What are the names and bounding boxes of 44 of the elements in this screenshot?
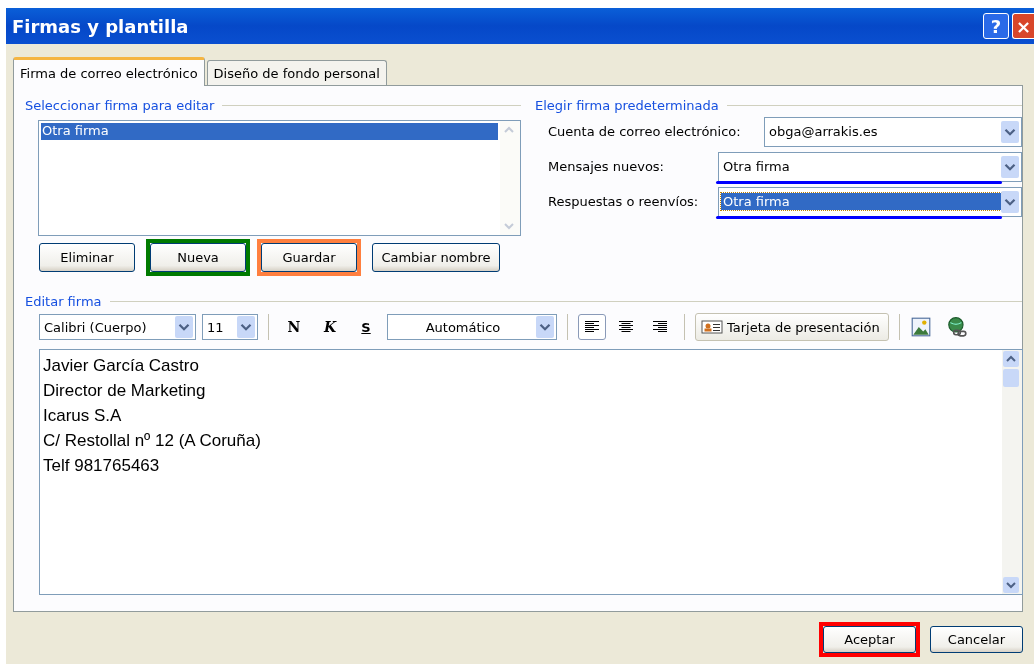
field-label: Cuenta de correo electrónico: xyxy=(548,124,742,139)
list-item[interactable]: Otra firma xyxy=(41,123,498,140)
close-button[interactable]: × xyxy=(1012,13,1034,39)
group-title: Seleccionar firma para editar xyxy=(25,97,215,113)
bold-button[interactable]: N xyxy=(279,314,309,340)
business-card-button[interactable]: Tarjeta de presentación xyxy=(695,313,889,341)
action-button[interactable]: Eliminar xyxy=(39,243,135,272)
dialog-button[interactable]: Cancelar xyxy=(930,626,1023,653)
text-line: Telf 981765463 xyxy=(43,455,161,477)
text-line: Director de Marketing xyxy=(43,380,207,402)
align-left-icon xyxy=(584,320,600,334)
dropdown-field[interactable]: Otra firma xyxy=(718,151,1022,182)
group-title: Elegir firma predeterminada xyxy=(535,97,719,113)
font-dropdown[interactable]: Calibri (Cuerpo) xyxy=(39,314,196,340)
color-dropdown[interactable]: Automático xyxy=(387,314,557,340)
globe-link-icon[interactable] xyxy=(945,316,968,338)
underline-button[interactable]: S xyxy=(351,314,381,340)
scroll-thumb[interactable] xyxy=(1003,369,1019,387)
text-line: Javier García Castro xyxy=(43,355,200,377)
tab[interactable]: Diseño de fondo personal xyxy=(206,60,387,85)
italic-button[interactable]: K xyxy=(315,314,345,340)
tab[interactable]: Firma de correo electrónico xyxy=(13,57,205,86)
help-button[interactable]: ? xyxy=(983,13,1009,39)
scrollbar[interactable] xyxy=(1002,350,1022,594)
contact-card-icon xyxy=(701,319,723,335)
window-title: Firmas y plantilla xyxy=(12,15,189,37)
signature-editor[interactable]: Javier García Castro Director de Marketing Icarus S.A C/ Restollal nº 12 (A Coruña) Telf 981765463 xyxy=(39,349,1023,595)
action-button[interactable]: Cambiar nombre xyxy=(372,243,500,272)
dropdown-field[interactable]: Otra firma xyxy=(718,186,1022,217)
dropdown-field[interactable]: obga@arrakis.es xyxy=(764,116,1022,147)
field-label: Mensajes nuevos: xyxy=(548,159,665,174)
dialog-button[interactable]: Aceptar xyxy=(823,626,916,653)
action-button[interactable]: Guardar xyxy=(261,243,357,272)
align-right-icon xyxy=(652,320,668,334)
align-center-icon xyxy=(618,320,634,334)
signature-list[interactable]: Otra firma xyxy=(38,120,521,236)
field-label: Respuestas o reenvíos: xyxy=(548,194,700,209)
group-title: Editar firma xyxy=(25,293,102,309)
image-icon[interactable] xyxy=(909,316,932,338)
size-dropdown[interactable]: 11 xyxy=(202,314,258,340)
action-button[interactable]: Nueva xyxy=(150,243,246,272)
align-button[interactable] xyxy=(578,314,606,340)
text-line: Icarus S.A xyxy=(43,405,123,427)
text-line: C/ Restollal nº 12 (A Coruña) xyxy=(43,430,262,452)
